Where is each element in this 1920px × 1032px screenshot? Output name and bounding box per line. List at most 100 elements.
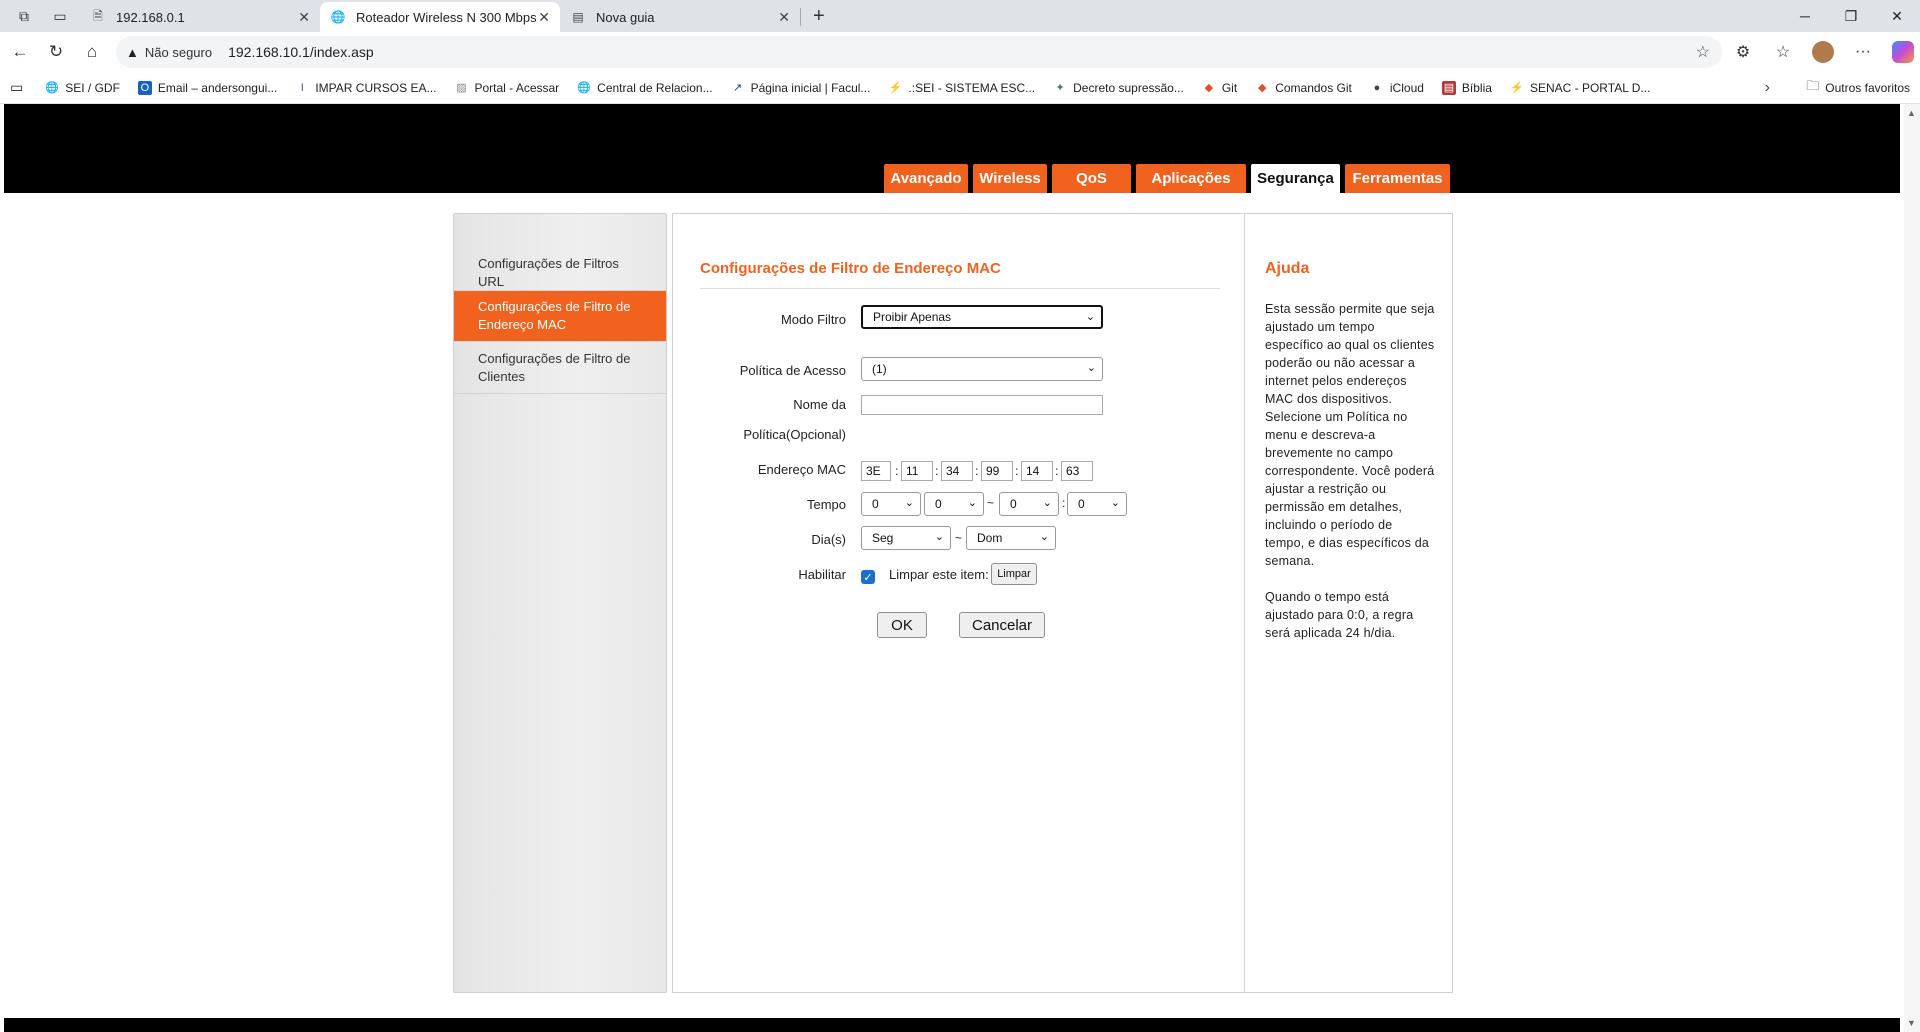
router-header: Avançado Wireless QoS Aplicações Seguran… [4, 104, 1900, 193]
workspaces-icon[interactable]: ⧉ [12, 4, 36, 28]
sidebar-item-mac-filter[interactable]: Configurações de Filtro de Endereço MAC [454, 291, 666, 342]
other-favorites[interactable]: 🗀 Outros favoritos [1806, 77, 1910, 99]
bookmark[interactable]: O Email – andersongui... [137, 80, 277, 95]
cancel-button[interactable]: Cancelar [959, 612, 1045, 638]
bookmark[interactable]: ● iCloud [1370, 81, 1424, 95]
bookmark[interactable]: I IMPAR CURSOS EA... [295, 81, 437, 95]
extensions-icon[interactable]: ⚙ [1723, 42, 1763, 62]
mac-octet-2[interactable]: 11 [901, 461, 933, 481]
profile-avatar[interactable] [1812, 41, 1834, 63]
tempo-end-minute-select[interactable]: 0 ⌄ [1067, 492, 1127, 516]
menu-seguranca[interactable]: Segurança [1251, 164, 1340, 193]
portal-icon: ▨ [456, 82, 467, 94]
sidebar-item-client-filter[interactable]: Configurações de Filtro de Clientes [454, 342, 666, 394]
favorite-star-icon[interactable]: ☆ [1696, 42, 1710, 62]
mac-octet-5[interactable]: 14 [1021, 461, 1053, 481]
main-content: Configurações de Filtro de Endereço MAC … [672, 213, 1244, 993]
limpar-button[interactable]: Limpar [991, 563, 1037, 585]
home-icon[interactable]: ⌂ [76, 36, 108, 68]
close-tab-icon[interactable]: ✕ [538, 9, 550, 26]
warning-icon[interactable]: ▲ [126, 45, 139, 60]
scroll-down-icon[interactable]: ▼ [1907, 1018, 1916, 1028]
address-bar[interactable]: ▲ Não seguro 192.168.10.1/index.asp ☆ [116, 36, 1722, 68]
bookmark[interactable]: ▨ Portal - Acessar [454, 81, 559, 95]
bookmark[interactable]: 🌐 SEI / GDF [45, 81, 120, 95]
mac-octet-1[interactable]: 3E [861, 461, 891, 481]
scroll-up-icon[interactable]: ▲ [1907, 108, 1916, 118]
folder-icon: 🗀 [1806, 77, 1820, 93]
tempo-label: Tempo [806, 497, 846, 512]
more-menu-icon[interactable]: ··· [1843, 43, 1883, 61]
globe-icon: 🌐 [577, 82, 592, 94]
mac-separator: : [975, 464, 979, 478]
mac-octet-3[interactable]: 34 [941, 461, 973, 481]
tempo-value: 0 [1078, 497, 1085, 511]
dia-inicio-select[interactable]: Seg ⌄ [861, 526, 951, 550]
restore-icon[interactable]: ❐ [1828, 0, 1874, 32]
outlook-icon: O [137, 80, 152, 95]
nome-label-2: Política(Opcional) [743, 427, 846, 442]
bookmark[interactable]: ◆ Git [1202, 81, 1238, 95]
vertical-tabs-icon[interactable]: ▭ [48, 4, 72, 28]
bookmark[interactable]: ▤ Bíblia [1441, 80, 1492, 95]
tempo-value: 0 [1010, 497, 1017, 511]
tempo-end-hour-select[interactable]: 0 ⌄ [999, 492, 1059, 516]
favorites-icon[interactable]: ☆ [1763, 42, 1803, 62]
ok-button[interactable]: OK [877, 612, 927, 638]
mac-octet-6[interactable]: 63 [1061, 461, 1093, 481]
help-paragraph: Quando o tempo está ajustado para 0:0, a… [1265, 590, 1414, 640]
nome-politica-input[interactable] [861, 395, 1103, 415]
habilitar-checkbox[interactable]: ✓ [861, 570, 875, 584]
close-tab-icon[interactable]: ✕ [298, 9, 310, 26]
mac-octet-4[interactable]: 99 [981, 461, 1013, 481]
browser-tab-bar: ⧉ ▭ 🗎 192.168.0.1 ✕ 🌐 Roteador Wireless … [0, 0, 1920, 32]
bookmark-label: SENAC - PORTAL D... [1529, 80, 1651, 95]
tempo-start-minute-select[interactable]: 0 ⌄ [924, 492, 984, 516]
tempo-start-hour-select[interactable]: 0 ⌄ [861, 492, 921, 516]
new-tab-page-icon: ▤ [572, 10, 584, 24]
bookmark[interactable]: ✦ Decreto supressão... [1053, 81, 1184, 95]
dia-fim-select[interactable]: Dom ⌄ [966, 526, 1056, 550]
refresh-icon[interactable]: ↻ [40, 36, 72, 68]
bookmark[interactable]: ⚡ SENAC - PORTAL D... [1510, 81, 1650, 95]
politica-label: Política de Acesso [739, 363, 846, 378]
close-tab-icon[interactable]: ✕ [778, 9, 790, 26]
menu-qos[interactable]: QoS [1052, 164, 1131, 193]
menu-avancado[interactable]: Avançado [884, 164, 968, 193]
page-scrollbar[interactable]: ▲ ▼ [1904, 104, 1920, 1032]
menu-wireless[interactable]: Wireless [973, 164, 1047, 193]
modo-filtro-value: Proibir Apenas [873, 310, 952, 324]
browser-tab-2[interactable]: 🌐 Roteador Wireless N 300 Mbps ✕ [320, 2, 560, 32]
sidebar-item-url-filter[interactable]: Configurações de Filtros URL [454, 255, 666, 291]
modo-filtro-select[interactable]: Proibir Apenas ⌄ [861, 305, 1103, 329]
url-text[interactable]: 192.168.10.1/index.asp [228, 44, 374, 60]
bookmark[interactable]: ↗ Página inicial | Facul... [731, 80, 871, 95]
close-window-icon[interactable]: ✕ [1874, 0, 1920, 32]
chevron-right-icon[interactable]: › [1765, 79, 1770, 97]
browser-tab-3[interactable]: ▤ Nova guia ✕ [560, 2, 800, 32]
mac-separator: : [895, 464, 899, 478]
new-tab-button[interactable]: + [813, 5, 825, 28]
minimize-icon[interactable]: ─ [1782, 0, 1828, 32]
menu-ferramentas[interactable]: Ferramentas [1345, 164, 1450, 193]
chevron-down-icon: ⌄ [1042, 497, 1052, 509]
mac-separator: : [1062, 496, 1066, 510]
page-title: Configurações de Filtro de Endereço MAC [700, 260, 1001, 277]
chevron-down-icon: ⌄ [904, 497, 914, 509]
browser-tab-1[interactable]: 🗎 192.168.0.1 ✕ [80, 2, 320, 32]
tab-title: Nova guia [596, 9, 655, 25]
not-secure-label[interactable]: Não seguro [145, 45, 212, 60]
bookmark-label: Comandos Git [1275, 80, 1352, 95]
copilot-icon[interactable] [1892, 41, 1914, 63]
politica-select[interactable]: (1) ⌄ [861, 357, 1103, 381]
tab-separator [800, 8, 801, 26]
tab-title: Roteador Wireless N 300 Mbps [356, 9, 537, 25]
menu-aplicacoes[interactable]: Aplicações [1136, 164, 1246, 193]
sei-icon: ⚡ [888, 82, 903, 94]
bookmark[interactable]: ⚡ .:SEI - SISTEMA ESC... [888, 81, 1036, 95]
bookmark-label: Página inicial | Facul... [750, 80, 871, 95]
bookmark[interactable]: ◆ Comandos Git [1255, 81, 1352, 95]
back-icon[interactable]: ← [4, 36, 36, 68]
bookmark[interactable]: 🌐 Central de Relacion... [577, 81, 712, 95]
collections-icon[interactable]: ▭ [10, 79, 23, 96]
